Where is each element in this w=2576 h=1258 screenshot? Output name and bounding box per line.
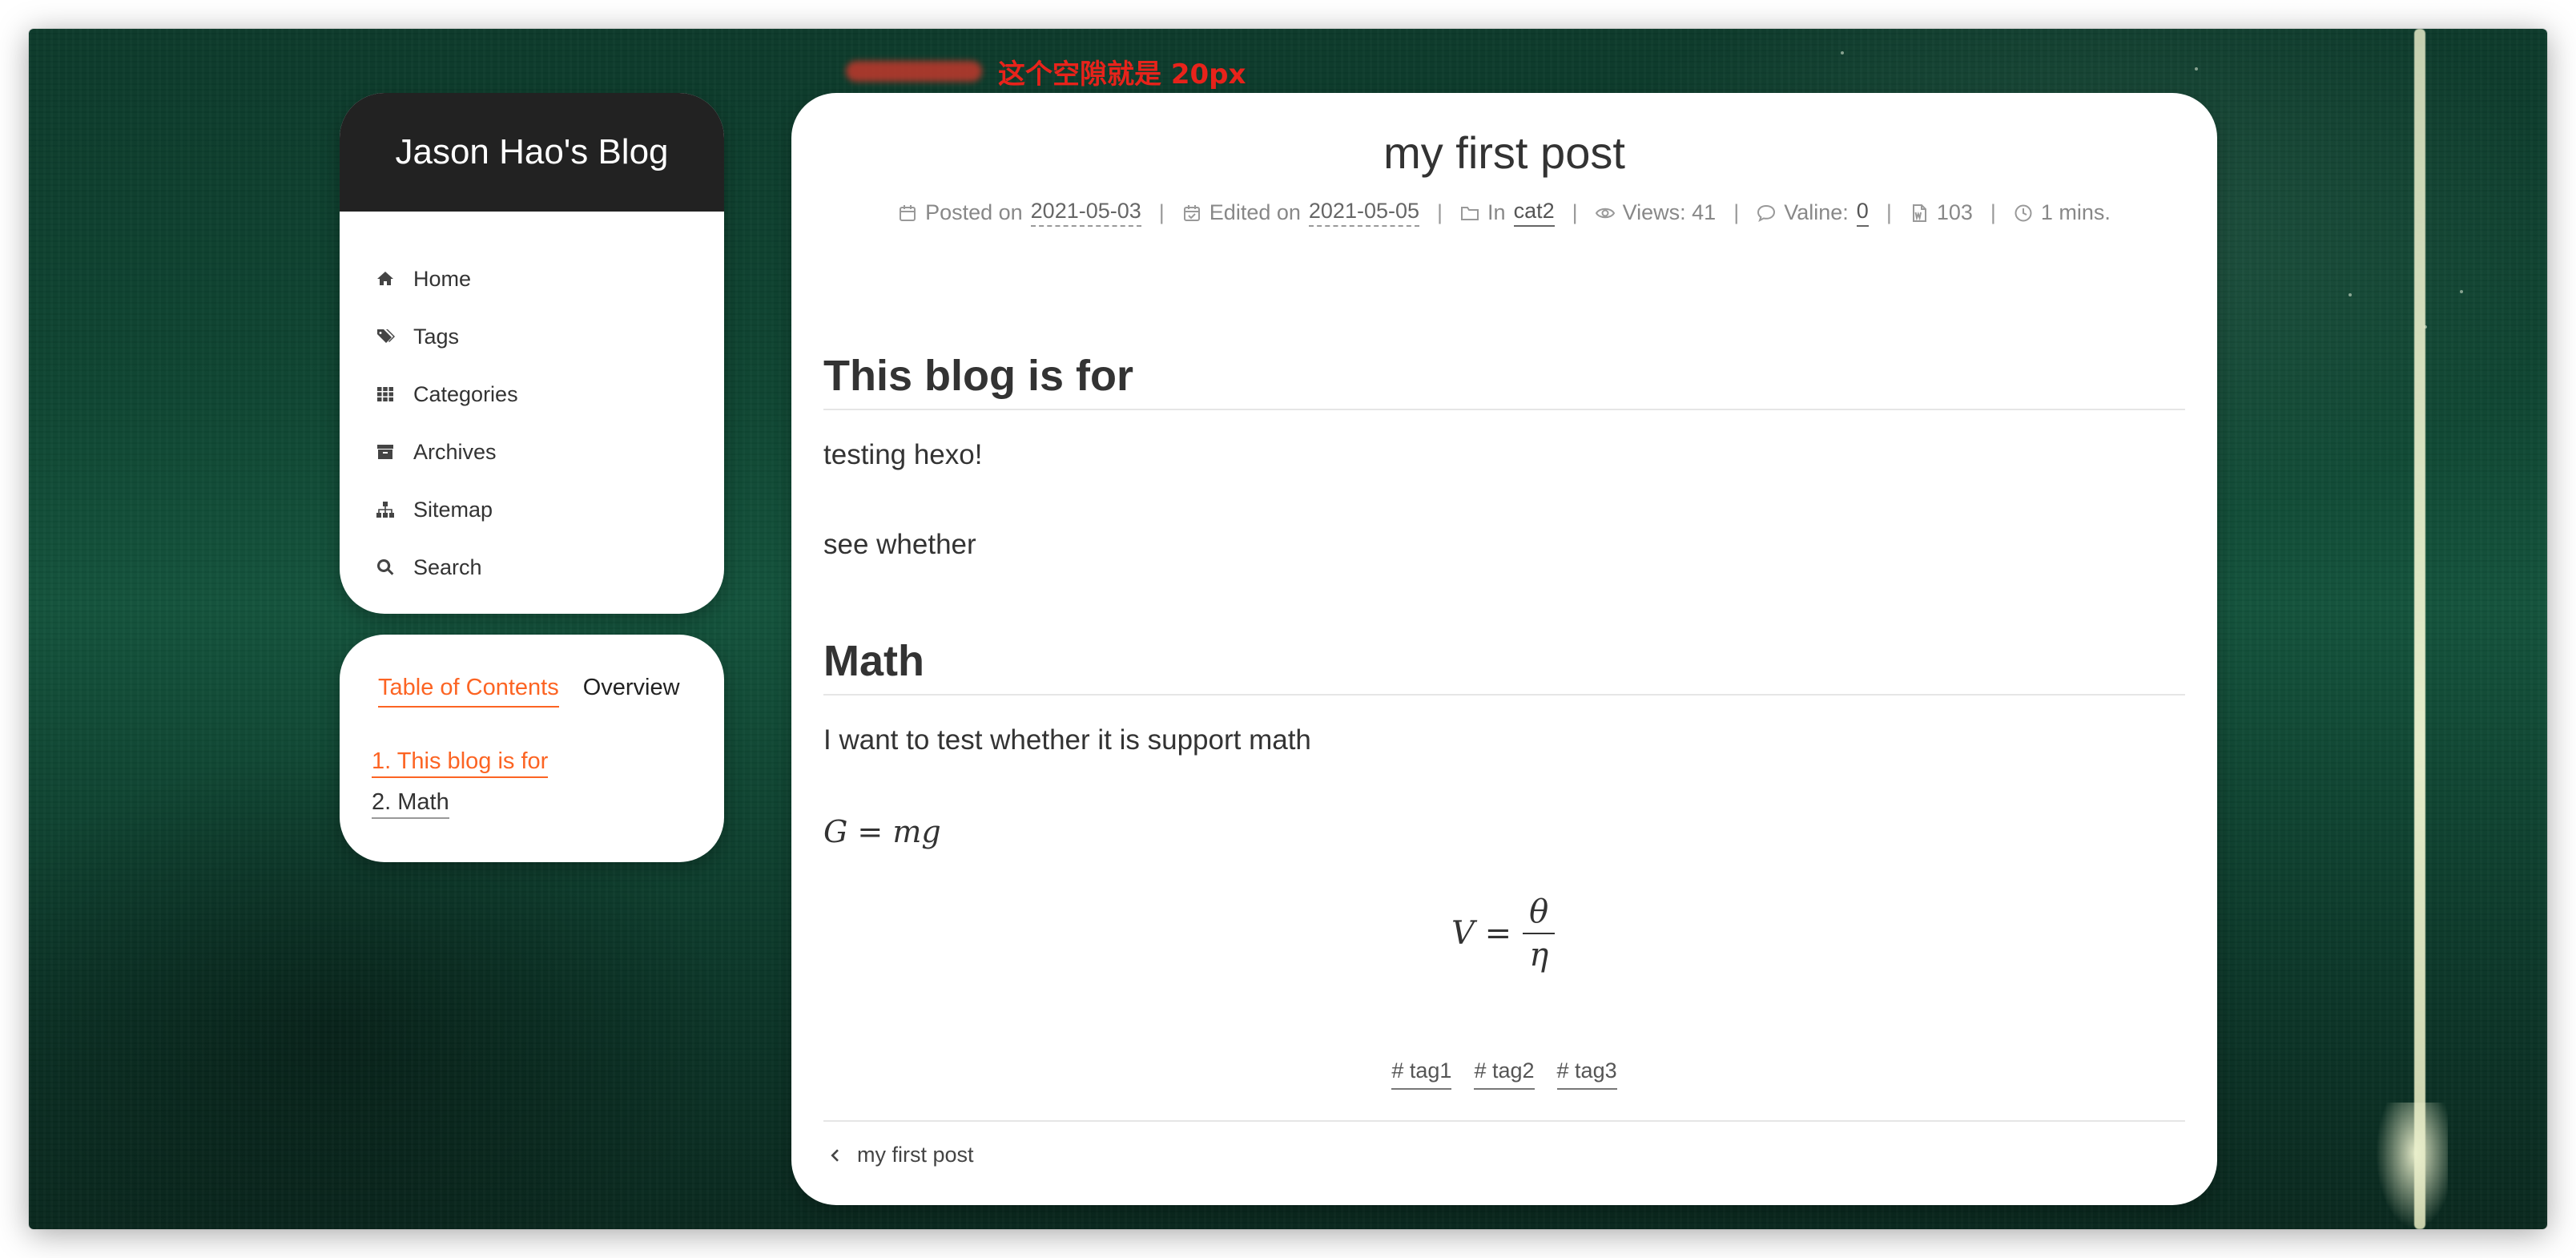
meta-separator: | bbox=[1886, 200, 1892, 224]
tag-link[interactable]: # tag1 bbox=[1391, 1058, 1452, 1090]
edited-date: 2021-05-05 bbox=[1308, 199, 1420, 227]
in-label: In bbox=[1487, 200, 1506, 224]
math-display-formula: V = θ η bbox=[1451, 894, 1556, 974]
sidebar-menu: Home Tags Categories Archives Sitemap Se… bbox=[340, 212, 724, 596]
paragraph: I want to test whether it is support mat… bbox=[823, 724, 1311, 756]
sitemap-icon bbox=[375, 499, 396, 520]
tag-link[interactable]: # tag2 bbox=[1474, 1058, 1535, 1090]
meta-comments: Valine: 0 bbox=[1757, 199, 1869, 227]
section-heading: Math bbox=[823, 636, 2185, 696]
paragraph: testing hexo! bbox=[823, 439, 983, 470]
section-heading: This blog is for bbox=[823, 351, 2185, 410]
valine-label: Valine: bbox=[1784, 200, 1849, 224]
calendar-icon bbox=[900, 204, 916, 221]
redaction-blur bbox=[846, 61, 982, 82]
archive-icon bbox=[375, 442, 396, 462]
menu-item-search[interactable]: Search bbox=[340, 538, 724, 596]
math-denominator: η bbox=[1529, 937, 1549, 974]
meta-views: Views: 41 bbox=[1595, 200, 1717, 225]
file-word-icon bbox=[1912, 204, 1926, 222]
folder-icon bbox=[1461, 206, 1479, 220]
background-speck bbox=[1841, 51, 1844, 54]
clock-icon bbox=[2015, 204, 2032, 221]
sidebar-brand-card: Jason Hao's Blog Home Tags Categories Ar… bbox=[340, 93, 724, 614]
comment-icon bbox=[1757, 204, 1776, 222]
post-title[interactable]: my first post bbox=[791, 127, 2217, 179]
menu-item-label: Categories bbox=[413, 381, 518, 406]
views-count: Views: 41 bbox=[1622, 200, 1717, 224]
meta-separator: | bbox=[1572, 200, 1578, 224]
meta-separator: | bbox=[1437, 200, 1443, 224]
meta-words: 103 bbox=[1910, 200, 1973, 225]
background-speck bbox=[2460, 290, 2463, 293]
meta-separator: | bbox=[1733, 200, 1740, 224]
meta-edited: Edited on 2021-05-05 bbox=[1182, 199, 1420, 227]
eye-icon bbox=[1595, 208, 1615, 218]
tag-link[interactable]: # tag3 bbox=[1556, 1058, 1617, 1090]
chevron-left-icon bbox=[831, 1148, 839, 1162]
post-card: my first post Posted on 2021-05-03 | Edi… bbox=[791, 93, 2217, 1205]
menu-item-label: Sitemap bbox=[413, 497, 493, 522]
edited-label: Edited on bbox=[1209, 200, 1301, 224]
word-count: 103 bbox=[1936, 200, 1973, 224]
paragraph: see whether bbox=[823, 529, 976, 560]
math-fraction: θ η bbox=[1523, 894, 1556, 974]
posted-date: 2021-05-03 bbox=[1030, 199, 1141, 227]
background-light-streak bbox=[2414, 29, 2425, 1229]
prev-post-title: my first post bbox=[857, 1143, 974, 1167]
post-tags: # tag1 # tag2 # tag3 bbox=[791, 1058, 2217, 1090]
background-light-blob bbox=[2376, 1103, 2448, 1229]
math-inline-formula: G = mg bbox=[823, 814, 941, 849]
menu-item-sitemap[interactable]: Sitemap bbox=[340, 481, 724, 538]
menu-item-categories[interactable]: Categories bbox=[340, 365, 724, 423]
menu-item-tags[interactable]: Tags bbox=[340, 308, 724, 365]
home-icon bbox=[375, 268, 396, 289]
toc-item-this-blog-is-for[interactable]: 1. This blog is for bbox=[372, 748, 549, 778]
meta-reading-time: 1 mins. bbox=[2014, 200, 2111, 225]
background-speck bbox=[2349, 293, 2352, 296]
menu-item-label: Tags bbox=[413, 324, 460, 349]
menu-item-label: Home bbox=[413, 266, 472, 291]
site-title[interactable]: Jason Hao's Blog bbox=[340, 93, 724, 212]
meta-category: In cat2 bbox=[1460, 199, 1555, 227]
search-icon bbox=[375, 557, 396, 578]
menu-item-archives[interactable]: Archives bbox=[340, 423, 724, 481]
gap-annotation: 这个空隙就是 20px bbox=[846, 58, 1246, 91]
sidebar-toc-card: Table of Contents Overview 1. This blog … bbox=[340, 635, 724, 862]
toc-item-math[interactable]: 2. Math bbox=[372, 789, 449, 819]
posted-label: Posted on bbox=[925, 200, 1023, 224]
grid-icon bbox=[375, 384, 396, 405]
tab-table-of-contents[interactable]: Table of Contents bbox=[378, 675, 559, 708]
background-speck bbox=[2195, 67, 2198, 71]
post-meta: Posted on 2021-05-03 | Edited on 2021-05… bbox=[791, 199, 2217, 227]
tags-icon bbox=[375, 326, 396, 347]
menu-item-label: Archives bbox=[413, 439, 497, 464]
valine-count-link[interactable]: 0 bbox=[1856, 199, 1869, 227]
category-link[interactable]: cat2 bbox=[1513, 199, 1555, 227]
calendar-check-icon bbox=[1183, 204, 1200, 221]
meta-separator: | bbox=[1990, 200, 1996, 224]
annotation-text: 这个空隙就是 20px bbox=[998, 58, 1246, 91]
toc-list: 1. This blog is for 2. Math bbox=[372, 748, 549, 830]
screenshot-frame: 这个空隙就是 20px Jason Hao's Blog Home Tags C… bbox=[29, 29, 2547, 1229]
meta-separator: | bbox=[1158, 200, 1165, 224]
reading-time: 1 mins. bbox=[2040, 200, 2111, 224]
tab-overview[interactable]: Overview bbox=[583, 675, 680, 708]
meta-posted: Posted on 2021-05-03 bbox=[898, 199, 1141, 227]
prev-post-link[interactable]: my first post bbox=[828, 1143, 974, 1167]
menu-item-home[interactable]: Home bbox=[340, 250, 724, 308]
toc-tabs: Table of Contents Overview bbox=[378, 675, 680, 708]
menu-item-label: Search bbox=[413, 554, 482, 579]
math-numerator: θ bbox=[1523, 894, 1556, 934]
math-lhs: V = bbox=[1451, 915, 1512, 952]
post-footer-divider bbox=[823, 1120, 2185, 1122]
